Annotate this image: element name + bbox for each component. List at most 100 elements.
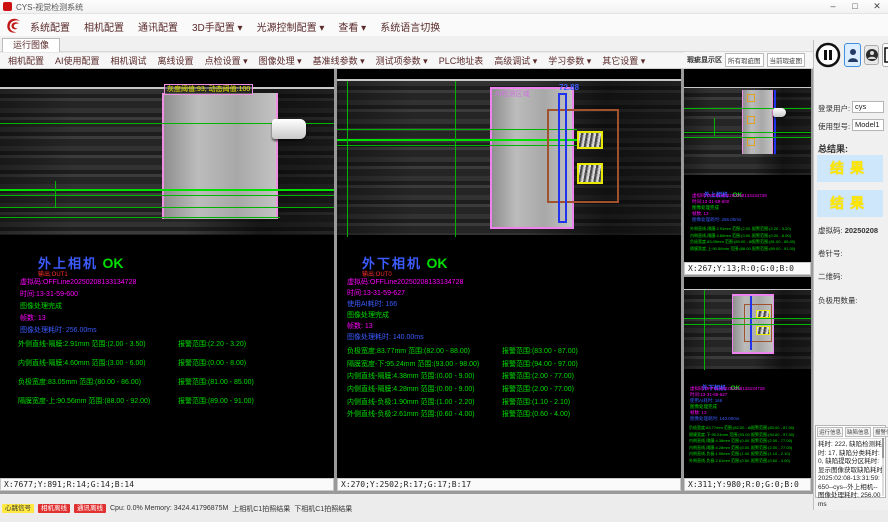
- virtual-code-caption: 虚拟码:: [818, 226, 843, 235]
- virtual-code-label: 虚拟码: 20250208: [818, 225, 878, 236]
- baseline-vline: [704, 290, 705, 370]
- upper-camera-viewport[interactable]: 灰度阈值:93, 动态阈值:100 外上相机 OK 输出:OUT1 虚拟码:OF…: [0, 69, 334, 478]
- measurement-value: 隔膜宽度-上:90.56mm 范围:(88.00 - 92.00): [18, 396, 178, 415]
- result-ok-label: OK: [426, 255, 447, 271]
- login-user-value[interactable]: cys: [852, 101, 884, 113]
- runtime-info-box: 运行信息 缺陷信息 报警信息 耗时: 222, 缺陷检测耗时: 17, 缺陷分类…: [815, 425, 886, 498]
- measurement-alarm-range: 报警范围:(0.60 - 4.00): [751, 458, 790, 465]
- time-line: 时间:13-31-59-600: [20, 289, 78, 299]
- blue-measure-value: 72.88: [559, 83, 579, 92]
- baseline-vline: [347, 81, 348, 237]
- pause-icon: [815, 42, 841, 68]
- close-button[interactable]: ✕: [870, 1, 884, 12]
- defect-tab-current[interactable]: 当前瑕疵图: [767, 53, 806, 67]
- baseline-line: [0, 195, 334, 196]
- measurement-value: 外侧直线-隔膜:2.91mm 范围:(2.00 - 3.50): [18, 339, 178, 358]
- menu-item[interactable]: 相机配置: [84, 19, 124, 34]
- measurement-list: 外侧直线-隔膜:2.91mm 范围:(2.00 - 3.50) 报警范围:(2.…: [18, 339, 254, 415]
- toolbar-item[interactable]: 学习参数 ▾: [548, 54, 591, 67]
- toolbar-item[interactable]: 高级调试 ▾: [494, 54, 537, 67]
- title-bar: CYS-视觉检测系统 – □ ✕: [0, 0, 888, 14]
- baseline-line: [684, 132, 811, 133]
- user-manage-button[interactable]: [864, 45, 879, 65]
- toolbar: 相机配置 AI使用配置 相机调试 离线设置 点检设置 ▾ 图像处理 ▾ 基准线参…: [0, 52, 684, 69]
- measurement-list: 外侧直线-隔膜:2.91mm 范围:(2.00 - 3.50) 报警范围:(2.…: [690, 226, 795, 252]
- upper-capture-result: 上相机C1拍照结果: [232, 504, 290, 514]
- exit-button[interactable]: [882, 43, 888, 67]
- window-controls: – □ ✕: [826, 1, 884, 12]
- menu-item[interactable]: 系统配置: [30, 19, 70, 34]
- time-line: 时间:13-31-59-627: [347, 288, 405, 298]
- roi-blue-rect: [558, 93, 567, 223]
- defect-display-header: 瑕疵显示区 所有瑕疵图 当前瑕疵图: [684, 52, 813, 69]
- measurement-alarm-range: 报警范围:(0.00 - 8.00): [178, 358, 246, 377]
- baseline-line: [337, 129, 577, 130]
- preview-image: [684, 289, 811, 369]
- ai-region-label: AI检测区域: [495, 89, 530, 99]
- toolbar-item[interactable]: 离线设置: [158, 54, 194, 67]
- toolbar-item[interactable]: 点检设置 ▾: [205, 54, 248, 67]
- menu-item[interactable]: 3D手配置 ▾: [192, 19, 243, 34]
- defect-tab-all[interactable]: 所有瑕疵图: [725, 53, 764, 67]
- measurement-row: 内侧直线-负极:1.90mm 范围:(1.00 - 2.20) 报警范围:(1.…: [347, 397, 578, 410]
- baseline-vline: [714, 118, 715, 136]
- menu-item[interactable]: 光源控制配置 ▾: [257, 19, 325, 34]
- login-user-button[interactable]: [844, 43, 861, 67]
- lower-camera-preview[interactable]: 外下相机 OK 虚拟码:OFFLine20250208133134728 时间:…: [684, 277, 811, 478]
- baseline-vline: [55, 181, 56, 207]
- measurement-list: 负极宽度:83.77mm 范围:(82.00 - 88.00) 报警范围:(83…: [689, 425, 794, 464]
- elapsed-line: 图像处理耗时: 256.00ms: [20, 325, 97, 335]
- measurement-alarm-range: 报警范围:(83.00 - 87.00): [502, 346, 578, 359]
- lower-preview-coords: X:311;Y:980;R:0;G:0;B:0: [684, 478, 811, 491]
- elapsed-line: 图像处理耗时: 256.00ms: [692, 217, 741, 223]
- toolbar-item[interactable]: 基准线参数 ▾: [313, 54, 365, 67]
- measurement-row: 内侧直线-隔膜:4.60mm 范围:(3.00 - 6.00) 报警范围:(0.…: [18, 358, 254, 377]
- measurement-value: 隔膜宽度-上:90.56mm 范围:(88.00 - 92.00): [690, 246, 752, 253]
- toolbar-item[interactable]: 相机调试: [111, 54, 147, 67]
- measurement-row: 负极宽度:83.05mm 范围:(80.00 - 86.00) 报警范围:(81…: [18, 377, 254, 396]
- lower-camera-viewport[interactable]: AI检测区域 72.88 外下相机 OK 输出:OUT0 虚拟码:OFFLine…: [337, 69, 681, 478]
- comm-status-chip: 通讯离线: [74, 504, 106, 513]
- roi-orange-rect: [747, 138, 755, 146]
- toolbar-item[interactable]: 其它设置 ▾: [602, 54, 645, 67]
- measurement-alarm-range: 报警范围:(89.00 - 91.00): [178, 396, 254, 415]
- model-value[interactable]: Model1: [852, 119, 884, 131]
- pause-button[interactable]: [815, 42, 841, 68]
- maximize-button[interactable]: □: [848, 1, 862, 12]
- defect-yellow-rect: [577, 131, 603, 149]
- menu-item[interactable]: 查看 ▾: [338, 19, 366, 34]
- defect-yellow-rect: [577, 163, 603, 184]
- toolbar-item[interactable]: AI使用配置: [55, 54, 100, 67]
- tab-run-image[interactable]: 运行图像: [2, 38, 60, 52]
- status-bar: 心跳信号 相机离线 通讯离线 Cpu: 0.0% Memory: 3424.41…: [0, 503, 888, 514]
- measurement-row: 隔膜宽度-上:90.56mm 范围:(88.00 - 92.00) 报警范围:(…: [690, 246, 795, 253]
- lower-camera-image: AI检测区域 72.88: [337, 79, 681, 235]
- measurement-row: 外侧直线-负极:2.61mm 范围:(0.60 - 4.00) 报警范围:(0.…: [347, 409, 578, 422]
- anode-count-label: 负极甩数量:: [818, 295, 858, 306]
- defect-display-label: 瑕疵显示区: [687, 55, 722, 65]
- measurement-row: 外侧直线-负极:2.61mm 范围:(0.60 - 4.00) 报警范围:(0.…: [689, 458, 794, 465]
- defect-yellow-rect: [756, 310, 770, 318]
- virtual-code-value: 20250208: [845, 226, 878, 235]
- info-tab[interactable]: 运行信息: [817, 427, 843, 437]
- menu-item[interactable]: 系统语言切换: [380, 19, 440, 34]
- info-scrollbar-thumb[interactable]: [882, 438, 884, 458]
- measurement-value: 内侧直线-负极:1.90mm 范围:(1.00 - 2.20): [347, 397, 502, 410]
- measurement-alarm-range: 报警范围:(89.00 - 91.00): [752, 246, 795, 253]
- toolbar-item[interactable]: PLC地址表: [439, 54, 484, 67]
- toolbar-item[interactable]: 测试项参数 ▾: [376, 54, 428, 67]
- info-tab[interactable]: 缺陷信息: [845, 427, 871, 437]
- minimize-button[interactable]: –: [826, 1, 840, 12]
- total-result-label: 总结果:: [818, 142, 848, 155]
- menu-item[interactable]: 通讯配置: [138, 19, 178, 34]
- info-tab[interactable]: 报警信息: [873, 427, 888, 437]
- toolbar-item[interactable]: 相机配置: [8, 54, 44, 67]
- baseline-line: [337, 145, 577, 146]
- baseline-vline: [455, 81, 456, 237]
- measurement-value: 隔膜宽度-下:95.24mm 范围:(93.00 - 98.00): [347, 359, 502, 372]
- toolbar-item[interactable]: 图像处理 ▾: [259, 54, 302, 67]
- qrcode-label: 二维码:: [818, 271, 843, 282]
- elapsed-line: 图像处理耗时: 140.00ms: [690, 416, 739, 422]
- upper-camera-preview[interactable]: 外上相机 OK 虚拟码:OFFLine20250208133134728 时间:…: [684, 69, 811, 262]
- model-label: 使用型号:: [818, 121, 850, 132]
